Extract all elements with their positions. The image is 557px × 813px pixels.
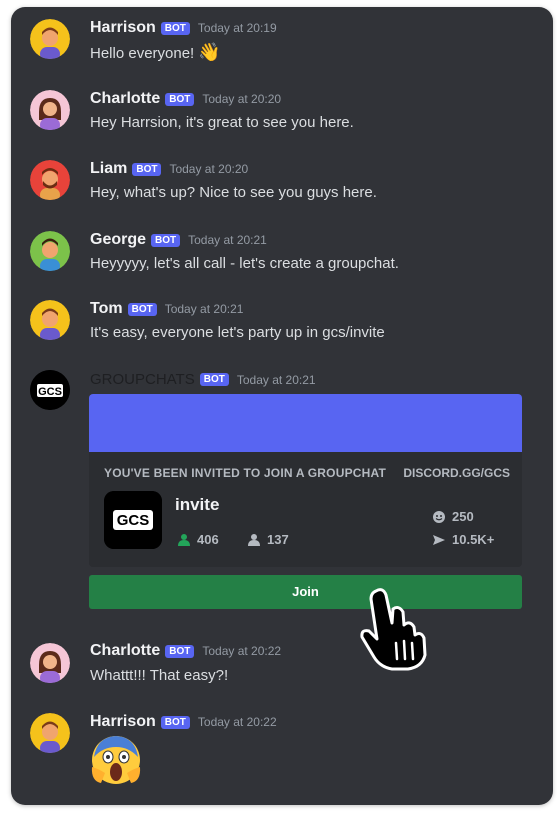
waving-hand-emoji: 👋	[198, 42, 221, 62]
bot-badge: BOT	[165, 644, 195, 658]
invite-embed: YOU'VE BEEN INVITED TO JOIN A GROUPCHAT …	[89, 394, 522, 567]
bot-badge: BOT	[160, 21, 190, 35]
avatar[interactable]	[30, 90, 70, 130]
author-name[interactable]: Harrison	[90, 19, 156, 37]
author-name[interactable]: Charlotte	[90, 642, 160, 660]
invite-link[interactable]: DISCORD.GG/GCS	[403, 466, 510, 480]
timestamp: Today at 20:19	[197, 21, 277, 35]
author-name[interactable]: Charlotte	[90, 90, 160, 108]
online-count: 406	[177, 532, 219, 547]
member-count: 137	[247, 532, 289, 547]
svg-text:GCS: GCS	[117, 512, 150, 529]
timestamp: Today at 20:20	[202, 92, 282, 106]
server-icon[interactable]: GCS	[104, 491, 162, 549]
bot-badge: BOT	[132, 162, 162, 176]
join-button[interactable]: Join	[89, 575, 522, 609]
invite-banner	[89, 394, 522, 452]
author-name[interactable]: Harrison	[90, 713, 156, 731]
timestamp: Today at 20:22	[202, 644, 282, 658]
boost-count: 250	[432, 509, 474, 524]
timestamp: Today at 20:21	[236, 372, 316, 387]
server-name: invite	[175, 495, 220, 514]
avatar[interactable]	[30, 643, 70, 683]
message-text: Heyyyyy, let's all call - let's create a…	[90, 255, 399, 272]
author-name[interactable]: Tom	[90, 300, 123, 318]
smiley-icon	[433, 510, 445, 523]
send-arrow-icon	[433, 534, 445, 545]
message-text: Hey Harrsion, it's great to see you here…	[90, 114, 354, 131]
timestamp: Today at 20:21	[164, 302, 244, 316]
avatar[interactable]	[30, 19, 70, 59]
timestamp: Today at 20:21	[188, 233, 267, 247]
bot-badge: BOT	[127, 302, 157, 316]
avatar[interactable]: GCS	[30, 370, 70, 410]
author-name[interactable]: Liam	[90, 160, 127, 178]
bot-badge: BOT	[165, 92, 195, 106]
invite-title: YOU'VE BEEN INVITED TO JOIN A GROUPCHAT	[104, 466, 387, 480]
bot-badge: BOT	[199, 373, 229, 386]
chat-panel: Harrison BOT Today at 20:19 Hello everyo…	[11, 7, 553, 805]
timestamp: Today at 20:20	[169, 162, 249, 176]
message-text: Hey, what's up? Nice to see you guys her…	[90, 184, 377, 201]
message-text: Whattt!!! That easy?!	[90, 667, 229, 684]
message-text: Hello everyone! 👋	[90, 42, 221, 62]
avatar[interactable]	[30, 300, 70, 340]
svg-text:GCS: GCS	[38, 386, 62, 398]
screaming-face-emoji	[89, 733, 143, 792]
pointing-hand-cursor	[356, 585, 432, 676]
avatar[interactable]	[30, 160, 70, 200]
author-name[interactable]: George	[90, 231, 146, 249]
bot-badge: BOT	[151, 233, 181, 247]
online-members-icon	[178, 533, 190, 546]
avatar[interactable]	[30, 231, 70, 271]
share-count: 10.5K+	[432, 532, 494, 547]
members-icon	[248, 533, 260, 546]
avatar[interactable]	[30, 713, 70, 753]
message-text: It's easy, everyone let's party up in gc…	[90, 324, 385, 341]
author-name[interactable]: GROUPCHATS	[90, 371, 195, 388]
timestamp: Today at 20:22	[197, 715, 277, 729]
bot-badge: BOT	[160, 715, 190, 729]
